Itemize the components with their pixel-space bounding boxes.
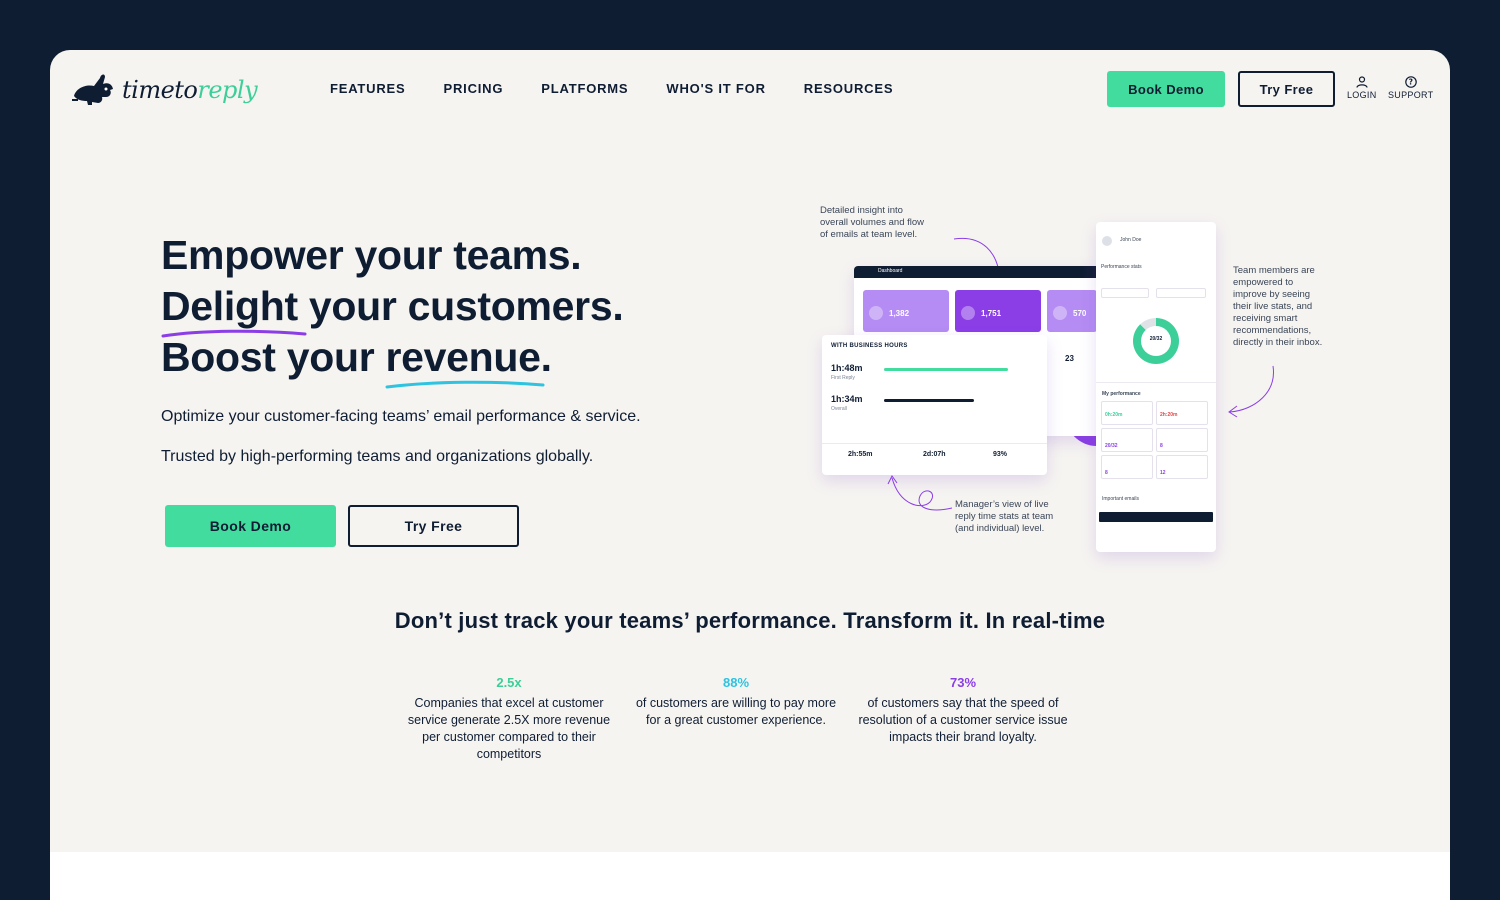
hero-headline: Empower your teams. Delight your custome… — [161, 230, 624, 389]
stat-card-73: 73% of customers say that the speed of r… — [858, 675, 1068, 746]
hero-subtitle: Optimize your customer-facing teams’ ema… — [161, 408, 641, 425]
delight-underlined: Delight — [161, 281, 307, 338]
support-link[interactable]: ? SUPPORT — [1388, 76, 1433, 100]
nav-features[interactable]: FEATURES — [330, 81, 406, 96]
dashboard-tile-1: 1,382 — [863, 290, 949, 332]
first-reply-bar — [884, 368, 1008, 371]
hero-book-demo-button[interactable]: Book Demo — [165, 505, 336, 547]
dashboard-tile-3: 570 — [1047, 290, 1097, 332]
stat-description: Companies that excel at customer service… — [407, 696, 611, 761]
brand-logo[interactable]: timetoreply — [70, 70, 258, 110]
nav-resources[interactable]: RESOURCES — [804, 81, 894, 96]
purple-underline-swoosh — [161, 329, 307, 338]
teal-underline-swoosh — [385, 380, 545, 389]
nav-whos-it-for[interactable]: WHO'S IT FOR — [666, 81, 765, 96]
avatar — [1102, 236, 1112, 246]
stat-description: of customers say that the speed of resol… — [858, 696, 1068, 744]
svg-text:?: ? — [1408, 78, 1413, 87]
phone-mockup: John Doe Performance stats 20/32 My perf… — [1096, 222, 1216, 552]
hero-line-2: Delight your customers. — [161, 281, 624, 338]
stat-card-88: 88% of customers are willing to pay more… — [631, 675, 841, 729]
stat-description: of customers are willing to pay more for… — [635, 696, 837, 727]
annotation-team-insight: Detailed insight into overall volumes and… — [820, 205, 925, 240]
user-icon — [1356, 76, 1368, 88]
revenue-underlined: revenue — [385, 332, 545, 389]
hero-trust-line: Trusted by high-performing teams and org… — [161, 448, 594, 465]
brand-name: timetoreply — [122, 76, 258, 104]
header-try-free-button[interactable]: Try Free — [1238, 71, 1335, 107]
annotation-team-members: Team members are empowered to improve by s… — [1233, 265, 1323, 348]
stat-value: 73% — [949, 675, 977, 690]
nav-platforms[interactable]: PLATFORMS — [541, 81, 628, 96]
dashboard-tile-2: 1,751 — [955, 290, 1041, 332]
arrow-to-phone-icon — [1228, 365, 1274, 418]
hero-line-1: Empower your teams. — [161, 232, 582, 278]
page-frame: timetoreply FEATURES PRICING PLATFORMS W… — [50, 50, 1450, 900]
login-label: LOGIN — [1347, 90, 1377, 100]
support-label: SUPPORT — [1388, 90, 1434, 100]
email-row — [1099, 512, 1213, 522]
nav-pricing[interactable]: PRICING — [444, 81, 504, 96]
main-nav: FEATURES PRICING PLATFORMS WHO'S IT FOR … — [330, 81, 893, 96]
help-circle-icon: ? — [1404, 76, 1417, 88]
resolution-donut: 20/32 — [1133, 318, 1179, 364]
overall-bar — [884, 399, 974, 402]
loop-arrow-icon — [887, 475, 953, 511]
annotation-manager-view: Manager’s view of live reply time stats a… — [955, 499, 1054, 534]
stats-heading: Don’t just track your teams’ performance… — [394, 608, 1106, 633]
hero-try-free-button[interactable]: Try Free — [348, 505, 519, 547]
header-book-demo-button[interactable]: Book Demo — [1107, 71, 1225, 107]
next-section — [50, 852, 1450, 900]
stat-value: 88% — [722, 675, 750, 690]
business-hours-mockup: WITH BUSINESS HOURS 1h:48m First Reply 1… — [822, 335, 1047, 475]
rabbit-logo-icon — [72, 74, 113, 105]
dashboard-side-value: 23 — [1065, 354, 1074, 363]
stat-value: 2.5x — [496, 675, 522, 690]
stat-card-2-5x: 2.5x Companies that excel at customer se… — [404, 675, 614, 763]
login-link[interactable]: LOGIN — [1347, 76, 1377, 100]
